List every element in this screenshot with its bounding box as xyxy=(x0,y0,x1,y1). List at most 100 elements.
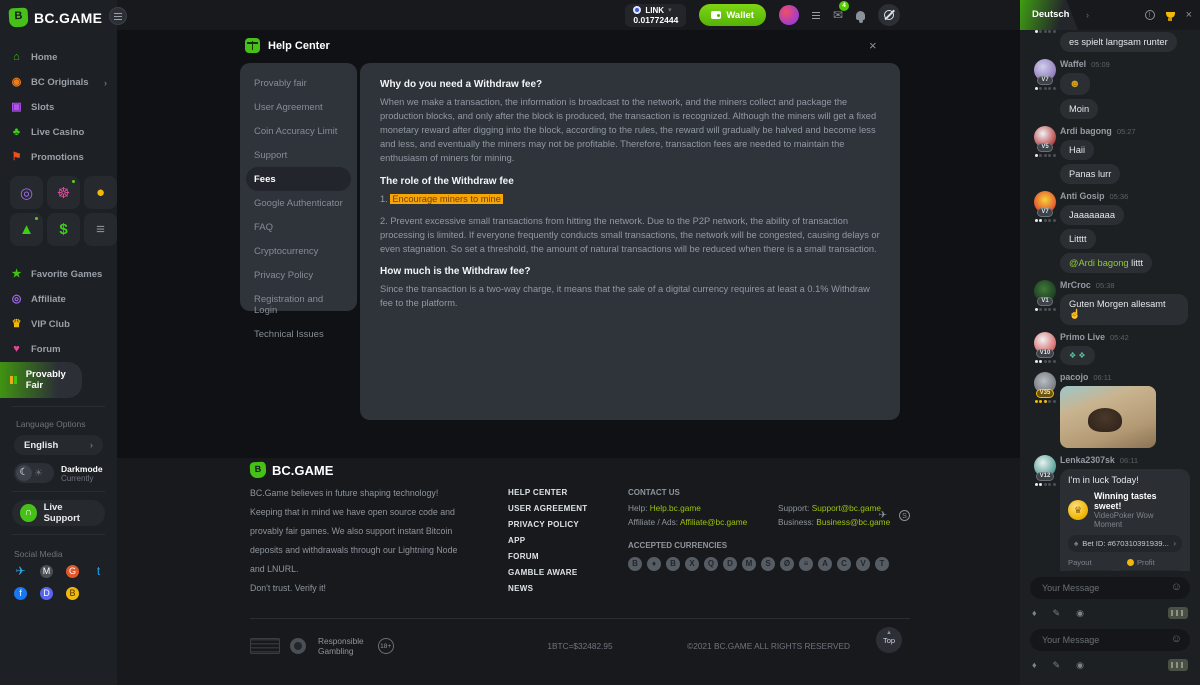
sidebar-item-promotions[interactable]: ⚑Promotions xyxy=(0,145,117,170)
bell-icon[interactable] xyxy=(856,11,865,20)
username[interactable]: Primo Live xyxy=(1060,332,1105,342)
contact-support-link[interactable]: Support@bc.game xyxy=(812,503,881,513)
sidebar-item-affiliate[interactable]: ◎Affiliate xyxy=(0,287,117,312)
emoji-picker-icon[interactable]: ☺ xyxy=(1171,581,1182,593)
username[interactable]: Ardi bagong xyxy=(1060,126,1112,136)
help-nav-provably-fair[interactable]: Provably fair xyxy=(240,71,357,95)
username[interactable]: Anti Gosip xyxy=(1060,191,1104,201)
rules-pencil-icon[interactable]: ✎ xyxy=(1053,660,1061,671)
contact-affiliate-link[interactable]: Affiliate@bc.game xyxy=(680,517,747,527)
footer-link-privacy-policy[interactable]: PRIVACY POLICY xyxy=(508,520,628,529)
discord-icon[interactable]: D xyxy=(40,587,53,600)
chat-message: V5 Ardi bagong05:27 Haii Panas lurr xyxy=(1030,126,1192,184)
chevron-right-icon[interactable]: › xyxy=(1086,10,1089,20)
chat-message-input-2[interactable] xyxy=(1030,629,1190,651)
user-avatar[interactable] xyxy=(779,5,799,25)
sidebar-item-vip-club[interactable]: ♛VIP Club xyxy=(0,312,117,337)
help-center-nav: Provably fair User Agreement Coin Accura… xyxy=(240,63,357,311)
username[interactable]: MrCroc xyxy=(1060,280,1091,290)
game-tile-dart[interactable]: ◎ xyxy=(10,176,43,209)
message-image[interactable] xyxy=(1060,386,1156,448)
emoji-picker-icon[interactable]: ☺ xyxy=(1171,633,1182,645)
help-nav-privacy-policy[interactable]: Privacy Policy xyxy=(240,263,357,287)
sidebar-item-label: Slots xyxy=(31,102,54,113)
github-icon[interactable]: G xyxy=(66,565,79,578)
deposit-inbox-button[interactable]: ✉4 xyxy=(833,6,843,24)
chat-message-input[interactable] xyxy=(1030,577,1190,599)
sidebar-item-live-casino[interactable]: ♣Live Casino xyxy=(0,120,117,145)
wallet-button[interactable]: Wallet xyxy=(699,4,766,26)
username[interactable]: pacojo xyxy=(1060,372,1088,382)
game-tile-crash[interactable]: ▲ xyxy=(10,213,43,246)
sidebar-item-favorite-games[interactable]: ★Favorite Games xyxy=(0,262,117,287)
timestamp: 05:36 xyxy=(1109,192,1128,201)
footer-link-app[interactable]: APP xyxy=(508,536,628,545)
help-nav-coin-accuracy-limit[interactable]: Coin Accuracy Limit xyxy=(240,119,357,143)
skype-contact-icon[interactable]: S xyxy=(899,510,910,521)
help-nav-technical-issues[interactable]: Technical Issues xyxy=(240,322,357,346)
username[interactable]: Lenka2307sk xyxy=(1060,455,1115,465)
chat-close-icon[interactable]: × xyxy=(1186,9,1192,21)
sidebar-item-label: Promotions xyxy=(31,152,84,163)
help-nav-registration-and-login[interactable]: Registration and Login xyxy=(240,287,357,322)
game-tile-piggy[interactable]: ● xyxy=(84,176,117,209)
coin-drop-icon[interactable]: ◉ xyxy=(1076,660,1084,671)
twitter-icon[interactable]: t xyxy=(92,565,105,578)
facebook-icon[interactable]: f xyxy=(14,587,27,600)
bet-id-row[interactable]: ♠ Bet ID: #670310391939... › xyxy=(1068,535,1182,552)
footer-link-gamble-aware[interactable]: GAMBLE AWARE xyxy=(508,568,628,577)
footer-links: HELP CENTER USER AGREEMENT PRIVACY POLIC… xyxy=(508,488,628,602)
keyboard-icon[interactable] xyxy=(1168,659,1188,671)
language-select[interactable]: English› xyxy=(14,435,103,455)
user-menu-button[interactable] xyxy=(812,12,820,19)
footer-link-user-agreement[interactable]: USER AGREEMENT xyxy=(508,504,628,513)
contact-help-link[interactable]: Help.bc.game xyxy=(650,503,701,513)
medium-icon[interactable]: M xyxy=(40,565,53,578)
keyboard-icon[interactable] xyxy=(1168,607,1188,619)
currency-selector[interactable]: LINK▾ 0.01772444 xyxy=(625,4,686,27)
modal-close-button[interactable]: × xyxy=(869,38,877,53)
game-tile-money-tag[interactable]: $ xyxy=(47,213,80,246)
game-tile-wheel[interactable]: ☸ xyxy=(47,176,80,209)
coin-drop-icon[interactable]: ◉ xyxy=(1076,608,1084,619)
game-tile-coins[interactable]: ≡ xyxy=(84,213,117,246)
footer-link-help-center[interactable]: HELP CENTER xyxy=(508,488,628,497)
chat-rules-info-icon[interactable]: ! xyxy=(1145,10,1155,20)
live-support-button[interactable]: ∩ Live Support xyxy=(12,500,105,526)
help-nav-faq[interactable]: FAQ xyxy=(240,215,357,239)
footer-link-forum[interactable]: FORUM xyxy=(508,552,628,561)
sidebar-item-home[interactable]: ⌂Home xyxy=(0,45,117,70)
telegram-icon[interactable]: ✈ xyxy=(14,565,27,578)
help-nav-fees-active[interactable]: Fees xyxy=(246,167,351,191)
scroll-top-button[interactable]: ▲Top xyxy=(876,627,902,653)
rules-pencil-icon[interactable]: ✎ xyxy=(1053,608,1061,619)
username[interactable]: Waffel xyxy=(1060,59,1086,69)
sidebar-item-bc-originals[interactable]: ◉BC Originals› xyxy=(0,70,117,95)
win-card-subtitle: VideoPoker Wow Moment xyxy=(1094,511,1182,529)
rain-tip-icon[interactable]: ♦ xyxy=(1032,608,1037,618)
sidebar-collapse-button[interactable] xyxy=(109,7,127,25)
mention[interactable]: @Ardi bagong xyxy=(1069,258,1129,268)
logo[interactable]: BC.GAME xyxy=(0,0,117,35)
divider xyxy=(12,534,105,535)
help-nav-user-agreement[interactable]: User Agreement xyxy=(240,95,357,119)
darkmode-toggle[interactable]: ☾☀ xyxy=(14,463,54,483)
sidebar-item-provably-fair[interactable]: Provably Fair xyxy=(0,362,82,398)
sidebar-item-slots[interactable]: ▣Slots xyxy=(0,95,117,120)
chat-language-tab[interactable]: Deutsch xyxy=(1020,0,1078,30)
help-nav-google-authenticator[interactable]: Google Authenticator xyxy=(240,191,357,215)
telegram-contact-icon[interactable]: ✈ xyxy=(879,510,887,521)
favorite-games-icon: ★ xyxy=(10,269,23,280)
rain-tip-icon[interactable]: ♦ xyxy=(1032,660,1037,670)
sidebar-item-forum[interactable]: ♥Forum xyxy=(0,337,117,362)
footer-link-news[interactable]: NEWS xyxy=(508,584,628,593)
bc-game-app: BC.GAME ⌂Home ◉BC Originals› ▣Slots ♣Liv… xyxy=(0,0,1200,685)
mute-sound-button[interactable] xyxy=(878,4,900,26)
chat-message-list[interactable]: es spielt langsam runter V7 Waffel05:09 … xyxy=(1020,30,1200,571)
help-nav-cryptocurrency[interactable]: Cryptocurrency xyxy=(240,239,357,263)
copyright: ©2021 BC.GAME ALL RIGHTS RESERVED xyxy=(687,641,850,651)
bitcointalk-icon[interactable]: B xyxy=(66,587,79,600)
eth-icon: ♦ xyxy=(647,557,661,571)
trophy-icon[interactable] xyxy=(1166,12,1175,18)
help-nav-support[interactable]: Support xyxy=(240,143,357,167)
